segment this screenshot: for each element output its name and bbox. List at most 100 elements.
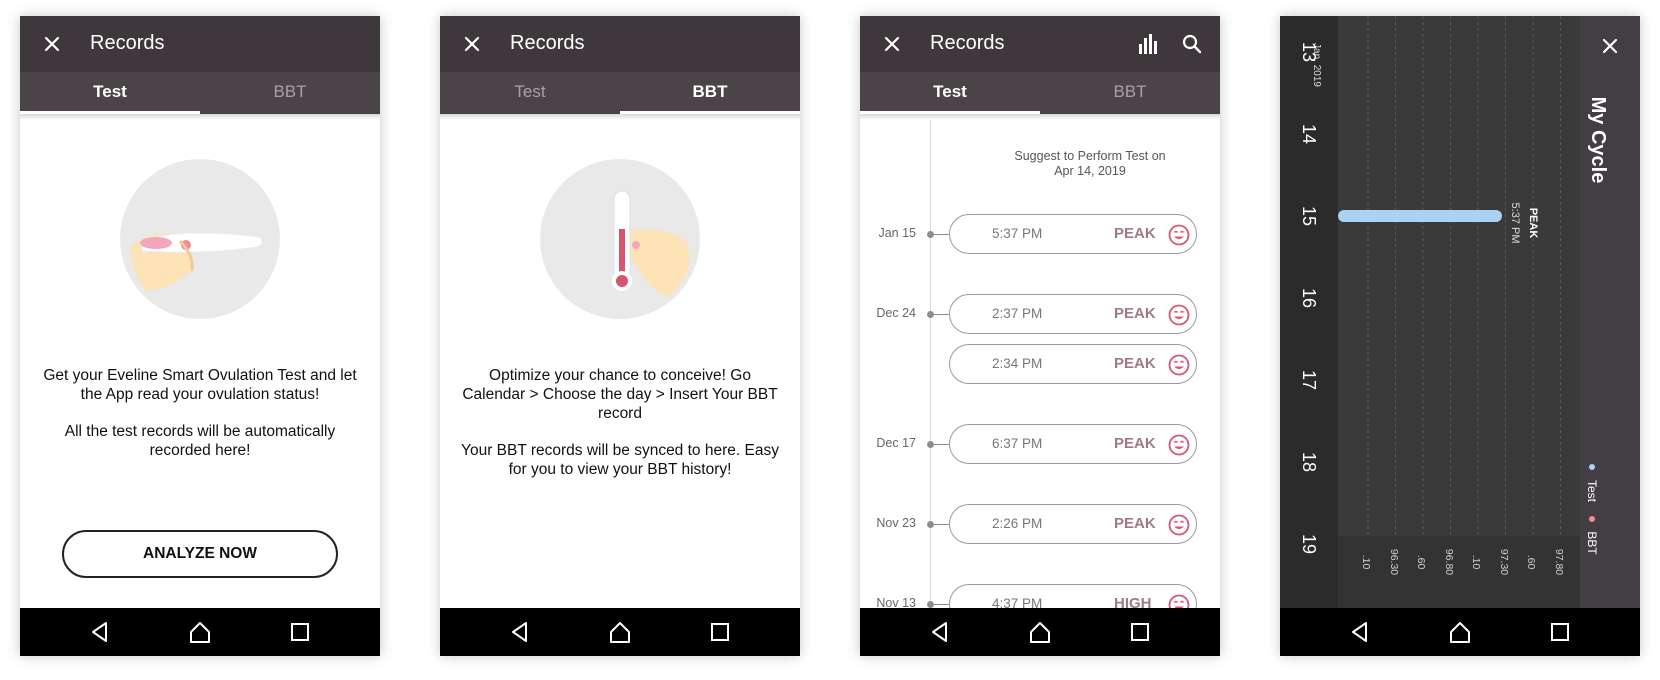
- close-icon[interactable]: [458, 30, 486, 58]
- cycle-grid: [1338, 16, 1580, 608]
- day-label: 15: [1299, 205, 1319, 227]
- legend-test: Test: [1582, 464, 1602, 508]
- back-icon[interactable]: [88, 620, 112, 644]
- day-label: 13: [1299, 41, 1319, 63]
- temperature-tick: 96.30: [1387, 548, 1400, 576]
- temperature-tick: .10: [1470, 554, 1482, 570]
- suggest-text: Suggest to Perform Test on Apr 14, 2019: [1014, 149, 1166, 178]
- moon-icon: [960, 436, 974, 450]
- record-item[interactable]: 2:34 PM PEAK: [949, 344, 1197, 384]
- day-label: 16: [1299, 287, 1319, 309]
- empty-message-secondary: All the test records will be automatical…: [64, 423, 336, 459]
- suggest-test-date: Suggest to Perform Test on Apr 14, 2019: [970, 149, 1210, 179]
- record-item[interactable]: 2:37 PM PEAK: [949, 294, 1197, 334]
- home-icon[interactable]: [188, 620, 212, 644]
- record-date: Jan 15: [878, 226, 916, 240]
- record-time: 2:26 PM: [992, 516, 1043, 531]
- tab-bbt[interactable]: BBT: [1040, 72, 1220, 114]
- smiley-face-icon: [1168, 304, 1190, 326]
- tab-test[interactable]: Test: [860, 72, 1040, 114]
- record-item[interactable]: 6:37 PM PEAK: [949, 424, 1197, 464]
- tab-shadow: [860, 114, 1220, 120]
- close-icon[interactable]: [1596, 32, 1624, 60]
- empty-message-secondary: Your BBT records will be synced to here.…: [461, 442, 779, 478]
- ovulation-test-illustration: [120, 159, 280, 319]
- smiley-face-icon: [1168, 354, 1190, 376]
- record-item[interactable]: 5:37 PM PEAK: [949, 214, 1197, 254]
- search-icon[interactable]: [1180, 32, 1204, 56]
- moon-icon: [960, 306, 974, 320]
- home-icon[interactable]: [1448, 620, 1472, 644]
- tab-bar: Test BBT: [20, 72, 380, 114]
- legend-test-label: Test: [1585, 479, 1599, 502]
- system-nav-bar: [20, 608, 380, 656]
- moon-icon: [960, 356, 974, 370]
- temperature-tick: .60: [1415, 554, 1427, 570]
- page-title: Records: [90, 32, 165, 54]
- tab-bbt[interactable]: BBT: [200, 72, 380, 114]
- back-icon[interactable]: [508, 620, 532, 644]
- temperature-tick: 97.30: [1497, 548, 1510, 576]
- timeline-connector: [933, 604, 949, 605]
- home-icon[interactable]: [1028, 620, 1052, 644]
- page-title: Records: [930, 32, 1005, 54]
- app-bar: Records: [860, 16, 1220, 72]
- timeline-line: [930, 120, 931, 608]
- tab-test[interactable]: Test: [440, 72, 620, 114]
- bar-chart-icon[interactable]: [1136, 32, 1160, 56]
- recents-icon[interactable]: [708, 620, 732, 644]
- system-nav-bar: [440, 608, 800, 656]
- day-label: 18: [1299, 451, 1319, 473]
- timeline-connector: [933, 524, 949, 525]
- moon-icon: [960, 226, 974, 240]
- record-item[interactable]: 2:26 PM PEAK: [949, 504, 1197, 544]
- tab-shadow: [440, 114, 800, 120]
- back-icon[interactable]: [928, 620, 952, 644]
- recents-icon[interactable]: [1548, 620, 1572, 644]
- record-time: 6:37 PM: [992, 436, 1043, 451]
- temperature-tick: 96.80: [1442, 548, 1455, 576]
- day-label: 14: [1299, 123, 1319, 145]
- day-label: 17: [1299, 369, 1319, 391]
- timeline-connector: [933, 234, 949, 235]
- tab-bar: Test BBT: [440, 72, 800, 114]
- cycle-chart-area: [1338, 16, 1580, 608]
- peak-time: 5:37 PM: [1509, 202, 1521, 244]
- system-nav-bar: [860, 608, 1220, 656]
- page-title: My Cycle: [1587, 96, 1609, 184]
- tab-bbt[interactable]: BBT: [620, 72, 800, 114]
- back-icon[interactable]: [1348, 620, 1372, 644]
- day-label: 19: [1299, 533, 1319, 555]
- temperature-tick: .60: [1525, 554, 1537, 570]
- timeline-connector: [933, 444, 949, 445]
- page-title: Records: [510, 32, 585, 54]
- phone-records-test-list: Records Test BBT Suggest to Perform Test…: [860, 16, 1220, 656]
- empty-message: Optimize your chance to conceive! Go Cal…: [462, 367, 778, 422]
- moon-icon: [960, 516, 974, 530]
- tab-test[interactable]: Test: [20, 72, 200, 114]
- recents-icon[interactable]: [1128, 620, 1152, 644]
- system-nav-bar: [1280, 608, 1640, 656]
- record-date: Dec 17: [876, 436, 916, 450]
- smiley-face-icon: [1168, 514, 1190, 536]
- thermometer-illustration: [540, 159, 700, 319]
- record-level: PEAK: [1114, 355, 1156, 372]
- record-level: PEAK: [1114, 435, 1156, 452]
- home-icon[interactable]: [608, 620, 632, 644]
- phone-my-cycle: My Cycle Jan, 2019 13 14 15 16 17 18 19 PEAK 5…: [1280, 16, 1640, 656]
- app-bar: Records: [20, 16, 380, 72]
- temperature-tick: 97.80: [1552, 548, 1565, 576]
- temperature-axis-band: [1338, 536, 1580, 608]
- close-icon[interactable]: [38, 30, 66, 58]
- close-icon[interactable]: [878, 30, 906, 58]
- recents-icon[interactable]: [288, 620, 312, 644]
- record-date: Nov 23: [876, 516, 916, 530]
- app-bar: Records: [440, 16, 800, 72]
- analyze-now-button[interactable]: ANALYZE NOW: [62, 530, 338, 578]
- record-level: PEAK: [1114, 225, 1156, 242]
- test-result-bar[interactable]: [1338, 210, 1502, 222]
- timeline-connector: [933, 314, 949, 315]
- record-level: PEAK: [1114, 515, 1156, 532]
- legend-bbt-label: BBT: [1585, 531, 1599, 555]
- phone-records-test-empty: Records Test BBT Get your Eveline Smart …: [20, 16, 380, 656]
